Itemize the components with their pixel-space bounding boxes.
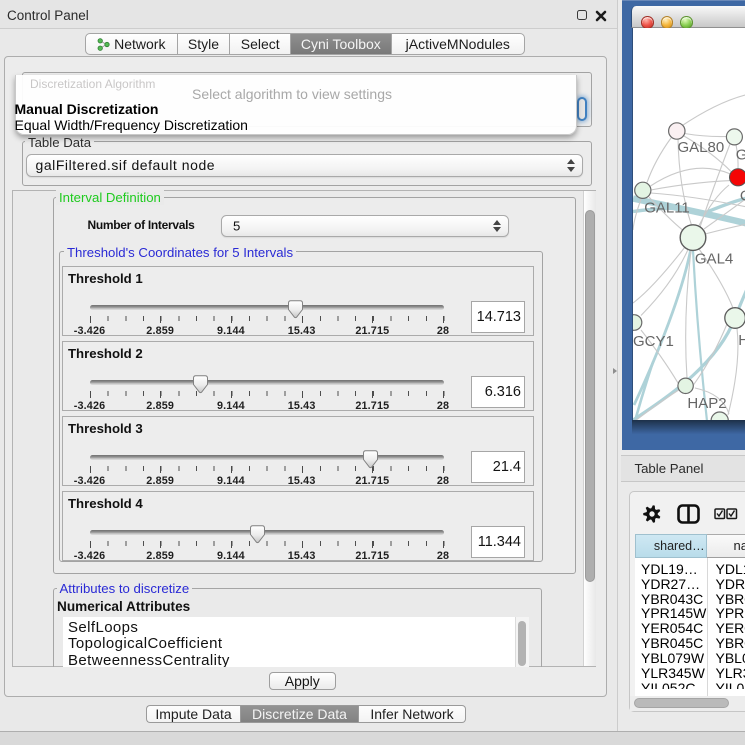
- svg-text:CDC6: CDC6: [739, 187, 745, 204]
- svg-text:GAL80: GAL80: [677, 138, 724, 155]
- svg-text:HAP4: HAP4: [738, 332, 745, 349]
- svg-text:GAL2: GAL2: [735, 146, 745, 163]
- svg-text:GCY1: GCY1: [633, 333, 674, 350]
- svg-text:GAL4: GAL4: [694, 250, 732, 267]
- svg-text:HAP2: HAP2: [687, 394, 726, 411]
- svg-text:GAL11: GAL11: [644, 199, 690, 216]
